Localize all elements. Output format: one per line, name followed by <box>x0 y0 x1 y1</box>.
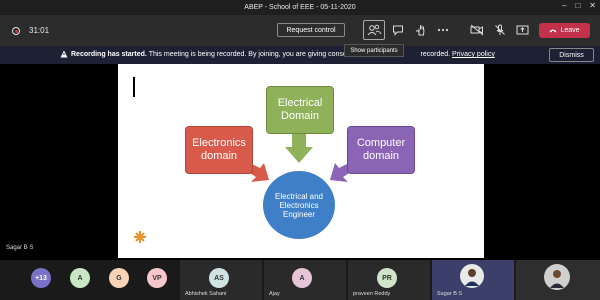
avatar-g[interactable]: G <box>109 268 129 288</box>
close-icon[interactable]: ✕ <box>589 1 596 10</box>
node-electrical-domain: Electrical Domain <box>266 86 334 134</box>
request-control-button[interactable]: Request control <box>277 23 345 37</box>
node-electronics-domain: Electronics domain <box>185 126 253 174</box>
minimize-icon[interactable]: – <box>562 1 566 10</box>
window-controls: – □ ✕ <box>562 1 596 10</box>
avatar-a[interactable]: A <box>70 268 90 288</box>
banner-body-tail: recorded. <box>420 51 451 58</box>
leave-button[interactable]: Leave <box>539 23 590 38</box>
node-engineer: Electrical and Electronics Engineer <box>263 171 335 239</box>
privacy-policy-link[interactable]: Privacy policy <box>452 51 495 58</box>
show-participants-button[interactable] <box>363 20 385 40</box>
avatar-ajay: A <box>292 268 312 288</box>
mic-off-icon[interactable] <box>493 23 507 37</box>
participant-name: Sagar B S <box>437 291 463 297</box>
warning-icon <box>60 50 68 58</box>
avatar-photo <box>460 264 484 288</box>
presenter-name: Sagar B S <box>6 245 34 251</box>
participant-name: Ajay <box>269 291 280 297</box>
avatar-photo <box>544 264 570 290</box>
avatar-as: AS <box>209 268 229 288</box>
arrow-down <box>285 133 313 163</box>
logo-icon <box>134 231 146 243</box>
meeting-timer: 31:01 <box>29 26 50 35</box>
avatar-pr: PR <box>377 268 397 288</box>
avatar-vp[interactable]: VP <box>147 268 167 288</box>
more-options-icon[interactable] <box>436 23 450 37</box>
overflow-count-badge[interactable]: +13 <box>31 268 51 288</box>
title-bar: ABEP - School of EEE - 05-11-2020 – □ ✕ <box>0 0 600 15</box>
recording-banner: Recording has started. This meeting is b… <box>0 46 600 64</box>
banner-body: This meeting is being recorded. By joini… <box>148 51 353 58</box>
share-screen-icon[interactable] <box>515 23 529 37</box>
node-computer-domain: Computer domain <box>347 126 415 174</box>
tooltip: Show participants <box>344 44 404 57</box>
dismiss-button[interactable]: Dismiss <box>549 48 594 62</box>
participant-name: praveen Reddy <box>353 291 391 297</box>
raise-hand-icon[interactable] <box>414 23 428 37</box>
maximize-icon[interactable]: □ <box>575 1 580 10</box>
recording-icon <box>12 27 20 35</box>
shared-slide: Electrical Domain Electronics domain Com… <box>118 64 484 258</box>
chat-icon[interactable] <box>391 23 405 37</box>
leave-label: Leave <box>560 27 580 34</box>
window-title: ABEP - School of EEE - 05-11-2020 <box>244 4 356 11</box>
banner-title: Recording has started. <box>71 51 147 58</box>
banner-message: Recording has started. This meeting is b… <box>71 51 495 58</box>
participants-icon <box>367 24 382 36</box>
phone-hangup-icon <box>549 29 557 33</box>
participant-name: Abhishek Sahani <box>185 291 227 297</box>
camera-off-icon[interactable] <box>470 23 484 37</box>
